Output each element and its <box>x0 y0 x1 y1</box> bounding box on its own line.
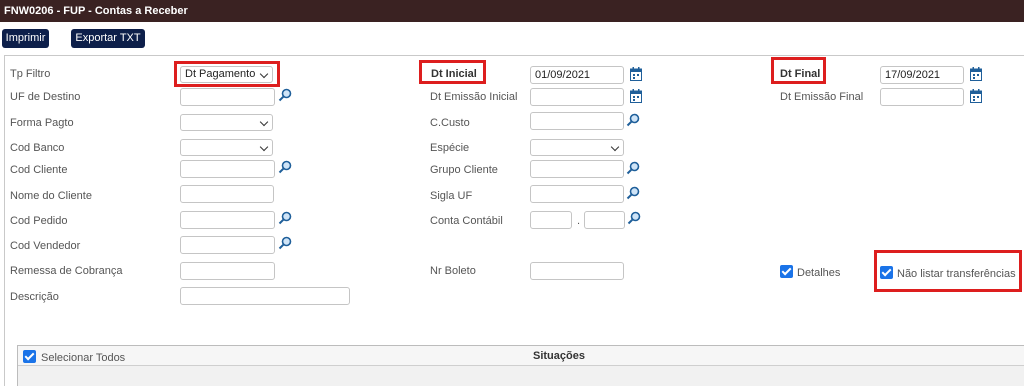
nome-cliente-label: Nome do Cliente <box>10 190 92 202</box>
nao-listar-transferencias-label: Não listar transferências <box>897 268 1016 280</box>
remessa-cobranca-label: Remessa de Cobrança <box>10 265 123 277</box>
descricao-input[interactable] <box>180 287 350 305</box>
sigla-uf-input[interactable] <box>530 185 624 203</box>
conta-contabil-input-a[interactable] <box>530 211 572 229</box>
chevron-down-icon <box>259 142 269 152</box>
tp-filtro-label: Tp Filtro <box>10 68 51 80</box>
highlight-box-tp-filtro <box>174 61 280 87</box>
dt-final-input[interactable]: 17/09/2021 <box>880 66 964 84</box>
uf-destino-input[interactable] <box>180 88 275 106</box>
detalhes-checkbox[interactable] <box>780 265 793 278</box>
search-icon[interactable] <box>626 186 640 200</box>
detalhes-label: Detalhes <box>797 267 841 279</box>
especie-label: Espécie <box>430 142 470 154</box>
conta-contabil-separator: . <box>577 215 581 227</box>
calendar-icon[interactable] <box>970 89 982 103</box>
situacoes-panel: Selecionar Todos Situações <box>17 345 1024 386</box>
cod-vendedor-label: Cod Vendedor <box>10 240 81 252</box>
sigla-uf-label: Sigla UF <box>430 190 473 202</box>
dt-emissao-inicial-label: Dt Emissão Inicial <box>430 91 518 103</box>
cod-pedido-label: Cod Pedido <box>10 215 68 227</box>
cod-cliente-label: Cod Cliente <box>10 164 68 176</box>
search-icon[interactable] <box>627 211 641 225</box>
chevron-down-icon <box>610 142 620 152</box>
search-icon[interactable] <box>626 161 640 175</box>
especie-select[interactable] <box>530 139 624 156</box>
window-title: FNW0206 - FUP - Contas a Receber <box>0 0 1024 22</box>
conta-contabil-input-b[interactable] <box>584 211 625 229</box>
chevron-down-icon <box>259 117 269 127</box>
select-all-checkbox[interactable] <box>23 350 36 363</box>
cod-banco-label: Cod Banco <box>10 142 65 154</box>
filter-panel <box>4 55 1024 386</box>
uf-destino-label: UF de Destino <box>10 91 81 103</box>
situacoes-title: Situações <box>533 350 585 362</box>
nome-cliente-input[interactable] <box>180 185 274 203</box>
c-custo-label: C.Custo <box>430 117 470 129</box>
dt-emissao-final-label: Dt Emissão Final <box>780 91 864 103</box>
nao-listar-transferencias-checkbox[interactable] <box>880 266 893 279</box>
search-icon[interactable] <box>278 236 292 250</box>
descricao-label: Descrição <box>10 291 59 303</box>
highlight-box-dt-inicial <box>419 60 486 84</box>
cod-vendedor-input[interactable] <box>180 236 275 254</box>
nr-boleto-label: Nr Boleto <box>430 265 476 277</box>
dt-emissao-final-input[interactable] <box>880 88 964 106</box>
dt-inicial-input[interactable]: 01/09/2021 <box>530 66 624 84</box>
print-button[interactable]: Imprimir <box>2 29 49 48</box>
cod-cliente-input[interactable] <box>180 160 275 178</box>
search-icon[interactable] <box>278 88 292 102</box>
export-txt-button[interactable]: Exportar TXT <box>71 29 145 48</box>
grupo-cliente-input[interactable] <box>530 160 624 178</box>
nr-boleto-input[interactable] <box>530 262 624 280</box>
search-icon[interactable] <box>626 113 640 127</box>
calendar-icon[interactable] <box>970 67 982 81</box>
select-all-label: Selecionar Todos <box>41 352 126 364</box>
highlight-box-dt-final <box>771 57 826 84</box>
grupo-cliente-label: Grupo Cliente <box>430 164 498 176</box>
dt-emissao-inicial-input[interactable] <box>530 88 624 106</box>
search-icon[interactable] <box>278 211 292 225</box>
forma-pagto-label: Forma Pagto <box>10 117 74 129</box>
c-custo-input[interactable] <box>530 112 624 130</box>
calendar-icon[interactable] <box>630 89 642 103</box>
cod-banco-select[interactable] <box>180 139 273 156</box>
remessa-cobranca-input[interactable] <box>180 262 275 280</box>
calendar-icon[interactable] <box>630 67 642 81</box>
situacoes-header: Selecionar Todos Situações <box>18 346 1024 366</box>
cod-pedido-input[interactable] <box>180 211 275 229</box>
conta-contabil-label: Conta Contábil <box>430 215 503 227</box>
forma-pagto-select[interactable] <box>180 114 273 131</box>
search-icon[interactable] <box>278 160 292 174</box>
